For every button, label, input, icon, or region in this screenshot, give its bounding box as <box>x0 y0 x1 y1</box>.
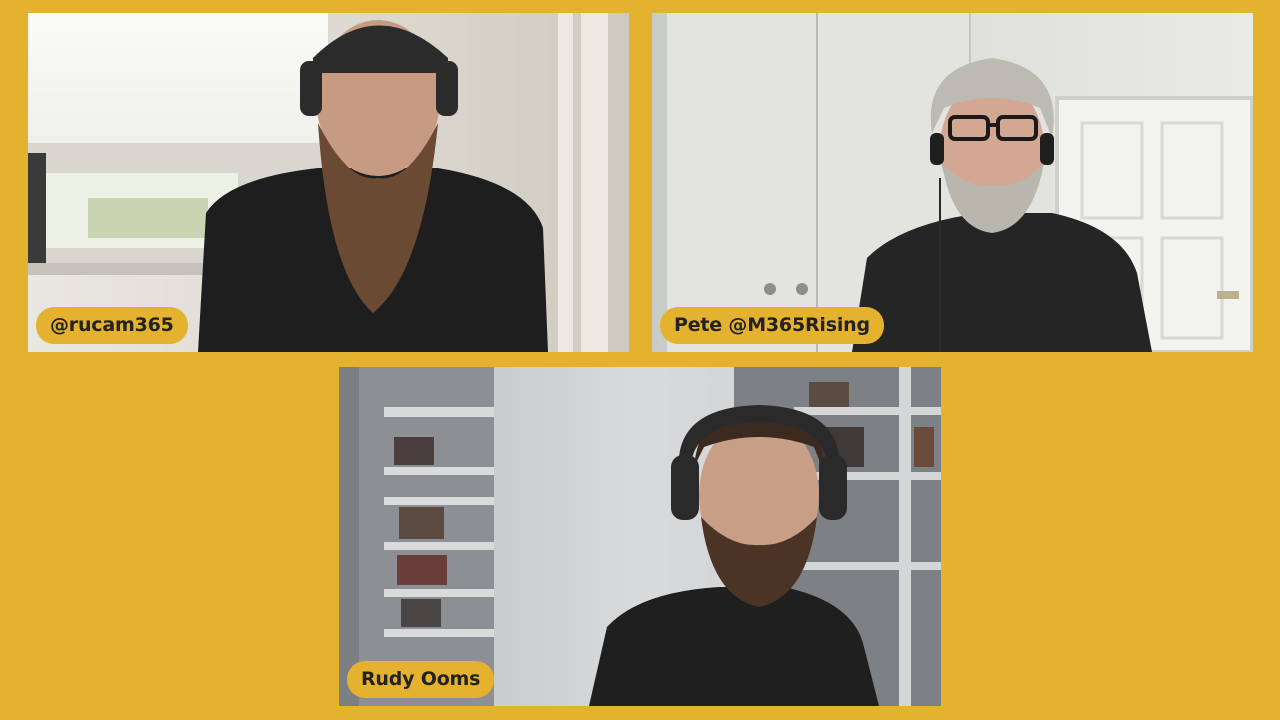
participant-name-tag: Rudy Ooms <box>347 661 495 698</box>
participant-video-feed <box>652 13 1253 352</box>
participant-video-tile-1[interactable]: @rucam365 <box>28 13 629 352</box>
participant-video-tile-3[interactable]: Rudy Ooms <box>339 367 941 706</box>
participant-name-tag: Pete @M365Rising <box>660 307 884 344</box>
participant-name-tag: @rucam365 <box>36 307 188 344</box>
participant-video-tile-2[interactable]: Pete @M365Rising <box>652 13 1253 352</box>
participant-video-feed <box>339 367 941 706</box>
participant-video-feed <box>28 13 629 352</box>
